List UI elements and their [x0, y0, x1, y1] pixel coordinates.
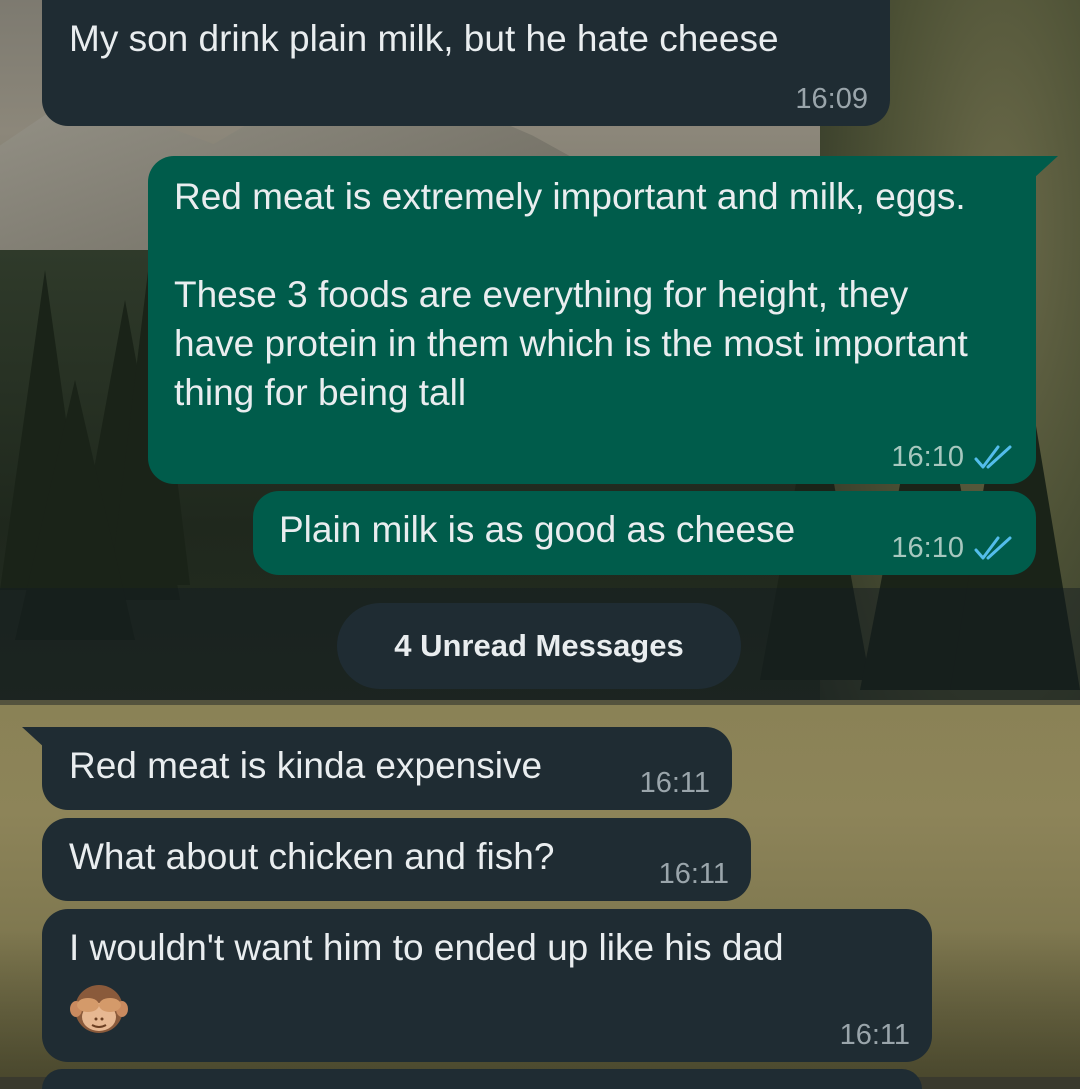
message-time: 16:11: [639, 767, 710, 799]
incoming-message[interactable]: What about chicken and fish? 16:11: [42, 818, 751, 901]
outgoing-message[interactable]: Plain milk is as good as cheese 16:10: [253, 491, 1036, 575]
message-text: Red meat is kinda expensive: [69, 745, 543, 786]
double-check-read-icon: [974, 445, 1012, 469]
message-list[interactable]: My son drink plain milk, but he hate che…: [0, 0, 1080, 1089]
incoming-message[interactable]: I wouldn't want him to ended up like his…: [42, 909, 932, 1062]
message-time: 16:11: [839, 1019, 910, 1051]
bubble-tail: [1034, 156, 1058, 178]
incoming-message-partial[interactable]: [42, 1069, 922, 1089]
message-text: Red meat is extremely important and milk…: [174, 176, 968, 413]
message-time: 16:11: [658, 858, 729, 890]
double-check-read-icon: [974, 536, 1012, 560]
message-time: 16:10: [891, 532, 964, 564]
unread-label: 4 Unread Messages: [394, 628, 684, 663]
outgoing-message[interactable]: Red meat is extremely important and milk…: [148, 156, 1036, 484]
message-text: Plain milk is as good as cheese: [279, 509, 796, 550]
unread-messages-badge: 4 Unread Messages: [337, 603, 741, 689]
message-text: What about chicken and fish?: [69, 836, 555, 877]
incoming-message[interactable]: My son drink plain milk, but he hate che…: [42, 0, 890, 126]
message-text: I wouldn't want him to ended up like his…: [69, 927, 784, 968]
incoming-message[interactable]: Red meat is kinda expensive 16:11: [42, 727, 732, 810]
message-time: 16:10: [891, 441, 964, 473]
see-no-evil-monkey-emoji: [70, 985, 128, 1033]
message-time: 16:09: [795, 83, 868, 115]
message-text: My son drink plain milk, but he hate che…: [69, 18, 779, 59]
